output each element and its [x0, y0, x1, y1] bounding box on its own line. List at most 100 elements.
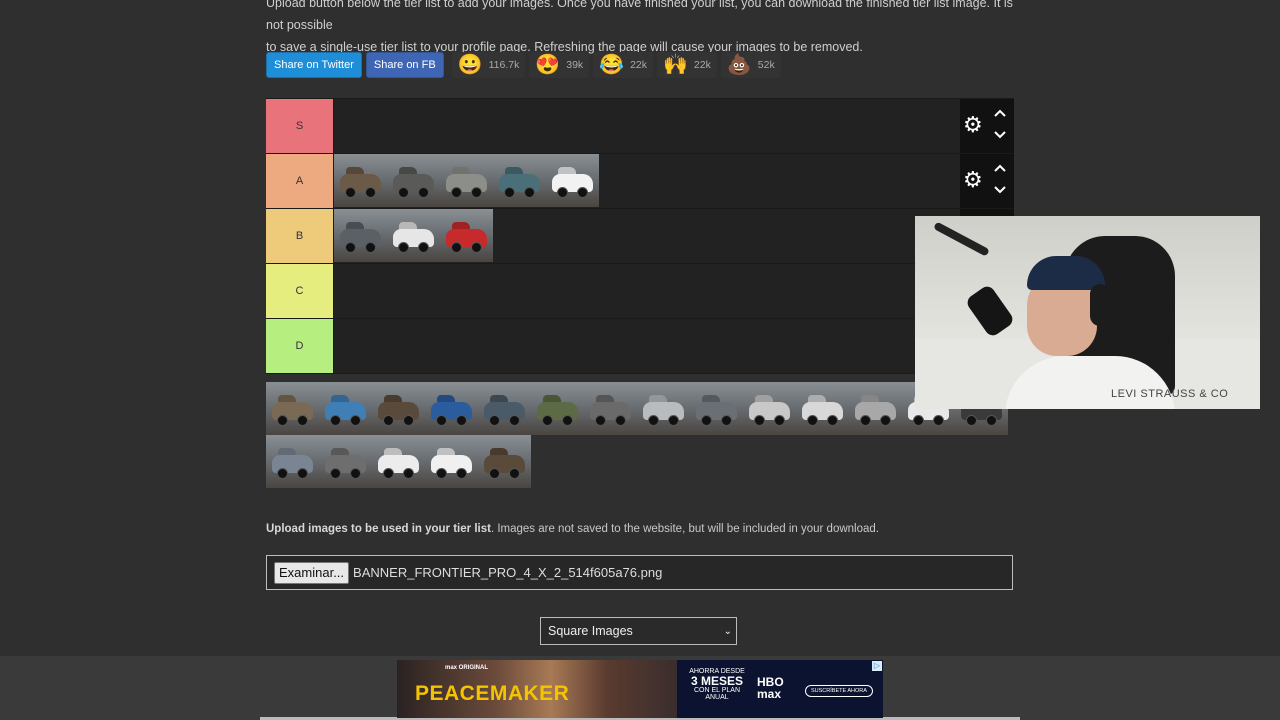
- tier-row-s: S ⚙: [266, 98, 1014, 154]
- tier-image[interactable]: [334, 209, 387, 262]
- tier-row-d: D: [266, 319, 1014, 374]
- tier-image[interactable]: [387, 209, 440, 262]
- truck-wheel: [451, 242, 462, 253]
- tier-items[interactable]: [334, 154, 599, 208]
- pool-image[interactable]: [584, 382, 637, 435]
- truck-wheel: [277, 468, 288, 479]
- pool-image[interactable]: [849, 382, 902, 435]
- tier-image[interactable]: [493, 154, 546, 207]
- ad-artwork: max ORIGINAL PEACEMAKER: [397, 660, 677, 718]
- pool-image[interactable]: [796, 382, 849, 435]
- tier-image[interactable]: [440, 154, 493, 207]
- upload-instructions-rest: . Images are not saved to the website, b…: [490, 523, 879, 535]
- tier-controls: ⚙: [960, 154, 1014, 208]
- chevron-down-icon[interactable]: [993, 182, 1007, 196]
- tier-label[interactable]: S: [266, 99, 334, 153]
- truck-wheel: [913, 415, 924, 426]
- browse-file-button[interactable]: Examinar...: [274, 561, 350, 584]
- truck-wheel: [345, 187, 356, 198]
- ad-promo-big: 3 MESES: [690, 674, 744, 688]
- truck-wheel: [489, 468, 500, 479]
- pool-image[interactable]: [372, 382, 425, 435]
- tier-image[interactable]: [387, 154, 440, 207]
- pool-image[interactable]: [425, 382, 478, 435]
- truck-wheel: [418, 242, 429, 253]
- reaction-button-tears-of-joy-face[interactable]: 😂 22k: [593, 52, 654, 78]
- reaction-count: 116.7k: [488, 59, 520, 71]
- truck-wheel: [297, 415, 308, 426]
- chevron-up-icon[interactable]: [993, 107, 1007, 121]
- share-bar: Share on Twitter Share on FB 😀 116.7k 😍 39k…: [266, 52, 781, 78]
- pool-image[interactable]: [743, 382, 796, 435]
- truck-wheel: [774, 415, 785, 426]
- image-shape-select[interactable]: Square Images ⌄: [540, 617, 737, 645]
- ad-title: PEACEMAKER: [415, 682, 570, 705]
- pool-image[interactable]: [372, 435, 425, 488]
- tier-label[interactable]: D: [266, 319, 334, 373]
- pool-image[interactable]: [266, 435, 319, 488]
- heart-eyes-face-icon: 😍: [535, 54, 561, 76]
- image-shape-select-value: Square Images: [548, 624, 633, 638]
- gear-icon[interactable]: ⚙: [963, 114, 983, 136]
- reaction-button-heart-eyes-face[interactable]: 😍 39k: [529, 52, 590, 78]
- upload-instructions-bold: Upload images to be used in your tier li…: [266, 523, 491, 535]
- raised-hands-icon: 🙌: [663, 54, 688, 76]
- truck-wheel: [330, 415, 341, 426]
- truck-wheel: [721, 415, 732, 426]
- reaction-button-grinning-face[interactable]: 😀 116.7k: [451, 52, 526, 78]
- truck-wheel: [365, 242, 376, 253]
- ad-subscribe-button[interactable]: SUSCRÍBETE AHORA: [805, 685, 873, 697]
- reaction-button-raised-hands[interactable]: 🙌 22k: [657, 52, 717, 78]
- reaction-button-pile-of-poo[interactable]: 💩 52k: [720, 52, 781, 78]
- pool-image[interactable]: [478, 382, 531, 435]
- truck-wheel: [277, 415, 288, 426]
- upload-instructions: Upload images to be used in your tier li…: [266, 523, 879, 535]
- truck-wheel: [489, 415, 500, 426]
- truck-wheel: [827, 415, 838, 426]
- truck-wheel: [504, 187, 515, 198]
- tier-label[interactable]: B: [266, 209, 334, 263]
- file-upload-field[interactable]: Examinar... BANNER_FRONTIER_PRO_4_X_2_51…: [266, 555, 1013, 590]
- ad-promo-text: AHORRA DESDE 3 MESES CON EL PLAN ANUAL: [687, 668, 747, 701]
- truck-wheel: [933, 415, 944, 426]
- advertisement-banner[interactable]: max ORIGINAL PEACEMAKER AHORRA DESDE 3 M…: [397, 660, 883, 718]
- truck-wheel: [456, 468, 467, 479]
- truck-wheel: [398, 187, 409, 198]
- truck-wheel: [451, 187, 462, 198]
- truck-wheel: [345, 242, 356, 253]
- truck-wheel: [754, 415, 765, 426]
- truck-wheel: [542, 415, 553, 426]
- tier-label[interactable]: C: [266, 264, 334, 318]
- ad-logo: HBO max: [757, 676, 784, 700]
- webcam-headphones: [1090, 284, 1110, 326]
- tier-image[interactable]: [440, 209, 493, 262]
- gear-icon[interactable]: ⚙: [963, 169, 983, 191]
- tier-image[interactable]: [546, 154, 599, 207]
- chevron-up-icon[interactable]: [993, 162, 1007, 176]
- pool-image[interactable]: [266, 382, 319, 435]
- tier-list: S ⚙ A ⚙ B C D: [266, 98, 1014, 374]
- pool-image[interactable]: [637, 382, 690, 435]
- pool-image[interactable]: [531, 382, 584, 435]
- pool-image[interactable]: [690, 382, 743, 435]
- pool-image[interactable]: [425, 435, 478, 488]
- pool-image[interactable]: [319, 435, 372, 488]
- tier-image[interactable]: [334, 154, 387, 207]
- truck-wheel: [668, 415, 679, 426]
- pool-image[interactable]: [319, 382, 372, 435]
- share-facebook-button[interactable]: Share on FB: [365, 52, 444, 78]
- tier-items[interactable]: [334, 209, 493, 263]
- selected-file-name: BANNER_FRONTIER_PRO_4_X_2_514f605a76.png: [353, 565, 663, 580]
- tier-label[interactable]: A: [266, 154, 334, 208]
- share-twitter-button[interactable]: Share on Twitter: [266, 52, 362, 78]
- pool-image[interactable]: [478, 435, 531, 488]
- reactions: 😀 116.7k 😍 39k 😂 22k 🙌 22k 💩 52k: [448, 52, 781, 78]
- truck-wheel: [471, 187, 482, 198]
- grinning-face-icon: 😀: [457, 54, 483, 76]
- ad-info-icon[interactable]: ▷: [872, 661, 882, 671]
- truck-wheel: [701, 415, 712, 426]
- chevron-down-icon[interactable]: [993, 127, 1007, 141]
- reaction-count: 22k: [630, 59, 648, 71]
- truck-wheel: [297, 468, 308, 479]
- truck-wheel: [524, 187, 535, 198]
